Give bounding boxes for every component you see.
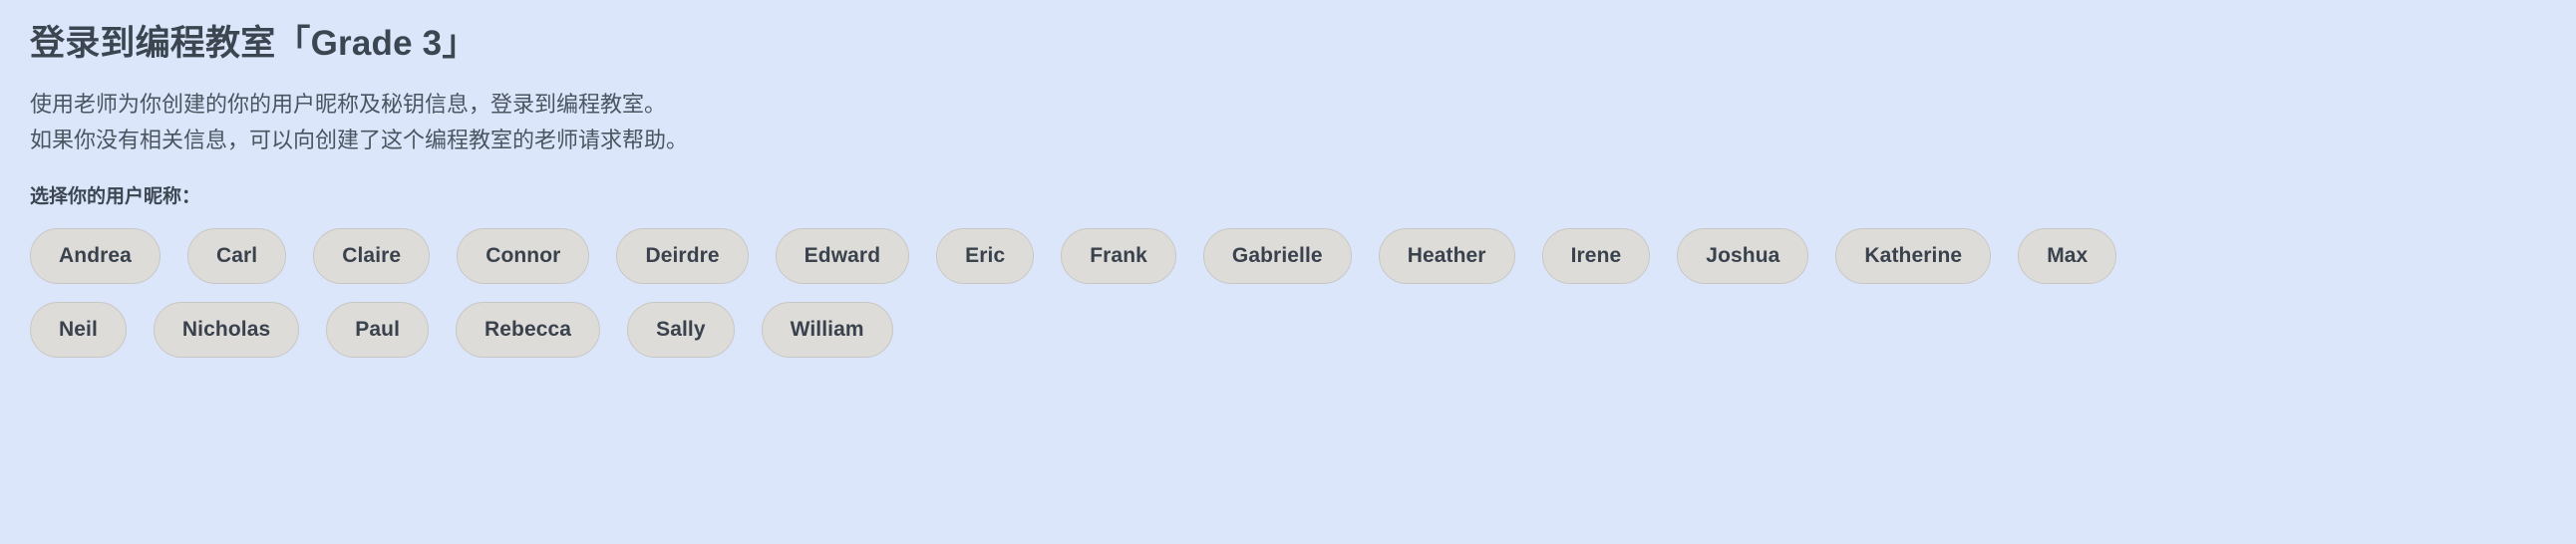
nickname-chip-deirdre[interactable]: Deirdre: [616, 228, 749, 285]
nickname-chip-neil[interactable]: Neil: [30, 302, 127, 359]
nickname-chip-andrea[interactable]: Andrea: [30, 228, 161, 285]
nickname-chip-claire[interactable]: Claire: [313, 228, 431, 285]
intro-text: 使用老师为你创建的你的用户昵称及秘钥信息，登录到编程教室。 如果你没有相关信息，…: [30, 87, 2576, 157]
nickname-chip-katherine[interactable]: Katherine: [1835, 228, 1992, 285]
intro-line-2: 如果你没有相关信息，可以向创建了这个编程教室的老师请求帮助。: [30, 127, 689, 152]
nickname-chip-gabrielle[interactable]: Gabrielle: [1202, 228, 1352, 285]
nickname-chip-connor[interactable]: Connor: [457, 228, 590, 285]
nickname-chip-heather[interactable]: Heather: [1378, 228, 1515, 285]
nickname-chip-rebecca[interactable]: Rebecca: [456, 302, 601, 359]
nickname-chip-paul[interactable]: Paul: [326, 302, 429, 359]
nickname-chip-nicholas[interactable]: Nicholas: [153, 302, 300, 359]
nickname-chip-carl[interactable]: Carl: [186, 228, 287, 285]
login-page: 登录到编程教室「Grade 3」 使用老师为你创建的你的用户昵称及秘钥信息，登录…: [0, 0, 2576, 544]
nickname-row-2: Neil Nicholas Paul Rebecca Sally William: [30, 302, 2576, 359]
nickname-chip-irene[interactable]: Irene: [1541, 228, 1651, 285]
intro-line-1: 使用老师为你创建的你的用户昵称及秘钥信息，登录到编程教室。: [30, 92, 667, 118]
nickname-chip-william[interactable]: William: [761, 302, 893, 359]
nickname-row-1: Andrea Carl Claire Connor Deirdre Edward Eric F…: [30, 228, 2576, 285]
page-title: 登录到编程教室「Grade 3」: [30, 24, 478, 63]
nickname-chip-edward[interactable]: Edward: [775, 228, 910, 285]
nickname-list: Andrea Carl Claire Connor Deirdre Edward Eric F…: [30, 228, 2576, 359]
nickname-chip-joshua[interactable]: Joshua: [1677, 228, 1809, 285]
nickname-chip-frank[interactable]: Frank: [1061, 228, 1176, 285]
nickname-chip-max[interactable]: Max: [2018, 228, 2117, 285]
nickname-chip-eric[interactable]: Eric: [936, 228, 1035, 285]
nickname-chip-sally[interactable]: Sally: [627, 302, 735, 359]
nickname-chooser-label: 选择你的用户昵称：: [30, 185, 201, 207]
